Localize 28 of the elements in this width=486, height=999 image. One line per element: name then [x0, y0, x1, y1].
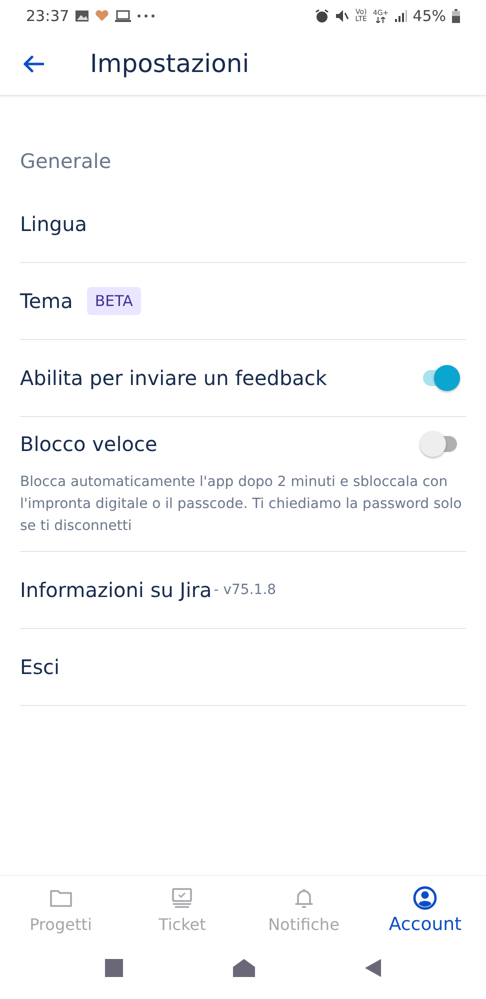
- back-arrow-icon: [22, 54, 44, 72]
- laptop-icon: [115, 10, 132, 22]
- alarm-icon: [315, 9, 330, 23]
- image-icon: [75, 10, 90, 22]
- back-nav-button[interactable]: [365, 959, 381, 977]
- signal-icon: [394, 10, 407, 22]
- setting-label: Abilita per inviare un feedback: [20, 366, 327, 390]
- screen-title: Impostazioni: [90, 49, 250, 78]
- setting-label[interactable]: Lingua: [20, 212, 88, 236]
- setting-description: Blocca automaticamente l'app dopo 2 minuti e sbloccala con l'impronta digitale o il passcode. Ti chiediamo la password solo se ti disconnetti: [20, 473, 463, 536]
- heart-icon: [95, 10, 110, 22]
- data-arrows-icon: [376, 16, 386, 22]
- more-icon: [137, 14, 156, 18]
- home-button[interactable]: [233, 959, 255, 977]
- clock: 23:37: [26, 7, 70, 25]
- battery-icon: [452, 9, 460, 23]
- setting-label: Tema: [20, 289, 73, 313]
- version-text: - v75.1.8: [214, 582, 276, 598]
- nav-tab[interactable]: Account: [364, 876, 486, 945]
- account-icon: [413, 886, 438, 910]
- battery-percent: 45%: [412, 7, 446, 25]
- beta-badge: BETA: [86, 287, 141, 315]
- monitor-icon: [170, 887, 194, 911]
- setting-label: Informazioni su Jira: [20, 578, 212, 602]
- section-header: Generale: [20, 148, 112, 175]
- setting-label[interactable]: Esci: [20, 655, 60, 679]
- mute-icon: [335, 9, 350, 23]
- setting-label: Blocco veloce: [20, 432, 158, 456]
